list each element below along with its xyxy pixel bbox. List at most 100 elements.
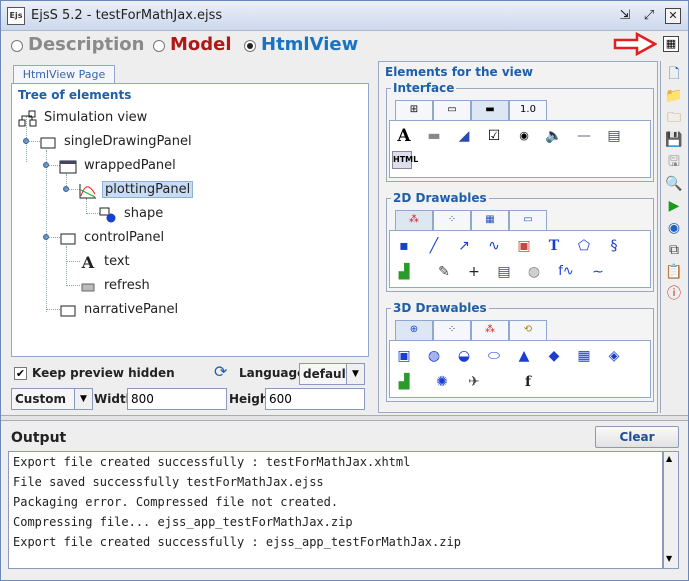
elements-panel: Elements for the view Interface ⊞ ▭ ▬ 1.…: [378, 61, 658, 413]
window-title: EjsS 5.2 - testForMathJax.ejss: [31, 8, 223, 23]
segment-element-icon[interactable]: ╱: [422, 235, 446, 257]
text-icon: A: [81, 253, 95, 272]
3d-tab-4[interactable]: ⟲: [509, 320, 547, 340]
tree-title: Tree of elements: [18, 88, 132, 102]
save-as-icon[interactable]: 🖫: [665, 153, 683, 171]
html-view-page-panel: HtmlView Page Tree of elements Simulatio…: [8, 61, 374, 413]
new-file-icon[interactable]: 🗋: [665, 65, 683, 83]
pen-element-icon[interactable]: ✎: [432, 261, 456, 283]
window-icon: [59, 160, 77, 174]
mode-htmlview[interactable]: HtmlView: [261, 34, 358, 55]
language-select[interactable]: default ▼: [299, 363, 365, 385]
keep-preview-checkbox[interactable]: ✔: [14, 367, 27, 380]
search-icon[interactable]: 🔍: [665, 175, 683, 193]
surface-element-icon[interactable]: ◈: [602, 345, 626, 367]
polygon-element-icon[interactable]: ⬠: [572, 235, 596, 257]
pyramid-element-icon[interactable]: ◆: [542, 345, 566, 367]
width-field[interactable]: 800: [127, 388, 227, 410]
button-element-icon[interactable]: ▬: [422, 125, 446, 147]
2d-tab-2[interactable]: ⁘: [433, 210, 471, 230]
2d-tab-4[interactable]: ▭: [509, 210, 547, 230]
checkbox-element-icon[interactable]: ☑: [482, 125, 506, 147]
title-bar[interactable]: Ejs EjsS 5.2 - testForMathJax.ejss ⇲ ⤢ ✕: [1, 1, 688, 31]
size-mode-select[interactable]: Custom ▼: [11, 388, 93, 410]
clear-output-button[interactable]: Clear output: [595, 426, 679, 464]
output-label: Output: [11, 430, 67, 446]
output-console[interactable]: Export file created successfully : testF…: [8, 451, 663, 569]
interface-tab-2[interactable]: ▭: [433, 100, 471, 120]
set-element-icon[interactable]: ▤: [492, 261, 516, 283]
interface-element-grid: A ▬ ◢ ☑ ◉ 🔈 — ▤ HTML: [389, 120, 651, 178]
cursor-element-icon[interactable]: +: [462, 261, 486, 283]
2d-tab-3[interactable]: ▦: [471, 210, 509, 230]
box-element-icon[interactable]: ▣: [392, 345, 416, 367]
split-divider[interactable]: [1, 415, 688, 421]
section-2d-drawables: 2D Drawables ⁂ ⁘ ▦ ▭ ▪ ╱ ↗ ∿ ▣ T ⬠ § ▟ ✎…: [386, 191, 654, 292]
package-icon[interactable]: ⧉: [665, 241, 683, 259]
curve-element-icon[interactable]: §: [602, 235, 626, 257]
wave-element-icon[interactable]: ∼: [586, 261, 610, 283]
pin-icon[interactable]: ⇲: [617, 8, 633, 24]
2d-element-grid: ▪ ╱ ↗ ∿ ▣ T ⬠ § ▟ ✎ + ▤ ◍ f∿ ∼: [389, 230, 651, 288]
tab-htmlview-page[interactable]: HtmlView Page: [13, 65, 115, 84]
model3d-element-icon[interactable]: ✈: [462, 371, 486, 393]
globe-icon[interactable]: ◉: [665, 219, 683, 237]
chevron-down-icon[interactable]: ▼: [346, 364, 364, 384]
scroll-down-icon[interactable]: ▼: [666, 554, 672, 563]
2d-tab-1[interactable]: ⁂: [395, 210, 433, 230]
radio-element-icon[interactable]: ◉: [512, 125, 536, 147]
text-element-icon[interactable]: T: [542, 235, 566, 257]
save-icon[interactable]: 💾: [665, 131, 683, 149]
3d-tab-2[interactable]: ⁘: [433, 320, 471, 340]
model-radio[interactable]: [153, 40, 165, 52]
interface-tab-3[interactable]: ▬: [471, 100, 509, 120]
button-icon: [81, 283, 95, 292]
function-element-icon[interactable]: f∿: [554, 261, 578, 283]
label-element-icon[interactable]: A: [392, 125, 416, 147]
output-scrollbar[interactable]: ▲ ▼: [663, 451, 679, 569]
image-element-icon[interactable]: ▤: [602, 125, 626, 147]
clipboard-icon[interactable]: 📋: [665, 263, 683, 281]
close-icon[interactable]: ✕: [665, 8, 681, 24]
chevron-down-icon[interactable]: ▼: [74, 389, 92, 409]
cylinder-element-icon[interactable]: ⬭: [482, 345, 506, 367]
3d-tab-1[interactable]: ⊕: [395, 320, 433, 340]
open-examples-icon[interactable]: 🗀: [665, 109, 683, 127]
open-folder-icon[interactable]: 📁: [665, 87, 683, 105]
camera-element-icon[interactable]: ◍: [522, 261, 546, 283]
elements-title: Elements for the view: [385, 65, 534, 79]
mode-description[interactable]: Description: [28, 34, 144, 55]
slider-element-icon[interactable]: ◢: [452, 125, 476, 147]
spring-element-icon[interactable]: ∿: [482, 235, 506, 257]
htmlview-radio[interactable]: [244, 40, 256, 52]
ellipsoid-element-icon[interactable]: ◒: [452, 345, 476, 367]
plane-element-icon[interactable]: ▦: [572, 345, 596, 367]
html-element-icon[interactable]: HTML: [392, 151, 418, 169]
interface-tab-1[interactable]: ⊞: [395, 100, 433, 120]
mode-model[interactable]: Model: [170, 34, 232, 55]
scroll-up-icon[interactable]: ▲: [666, 454, 672, 463]
mesh-element-icon[interactable]: ✺: [430, 371, 454, 393]
description-radio[interactable]: [11, 40, 23, 52]
sphere-element-icon[interactable]: ◍: [422, 345, 446, 367]
run-icon[interactable]: ▶: [665, 197, 683, 215]
height-field[interactable]: 600: [265, 388, 365, 410]
info-icon[interactable]: ⓘ: [665, 285, 683, 303]
sound-element-icon[interactable]: 🔈: [542, 125, 566, 147]
3d-tab-3[interactable]: ⁂: [471, 320, 509, 340]
shape-element-icon[interactable]: ▪: [392, 235, 416, 257]
network-icon: [18, 110, 37, 127]
separator-element-icon[interactable]: —: [572, 125, 596, 147]
maximize-icon[interactable]: ⤢: [641, 8, 657, 24]
table-icon[interactable]: ▦: [663, 36, 679, 52]
trace-element-icon[interactable]: ▟: [392, 261, 416, 283]
interface-tab-4[interactable]: 1.0: [509, 100, 547, 120]
section-title: 3D Drawables: [391, 301, 489, 315]
analytic-surface-element-icon[interactable]: f: [516, 371, 540, 393]
refresh-language-icon[interactable]: ⟳: [214, 362, 227, 381]
image-element-icon[interactable]: ▣: [512, 235, 536, 257]
cone-element-icon[interactable]: ▲: [512, 345, 536, 367]
arrow-element-icon[interactable]: ↗: [452, 235, 476, 257]
element-tree: Tree of elements Simulation view singleD…: [11, 83, 369, 357]
trace3d-element-icon[interactable]: ▟: [392, 371, 416, 393]
